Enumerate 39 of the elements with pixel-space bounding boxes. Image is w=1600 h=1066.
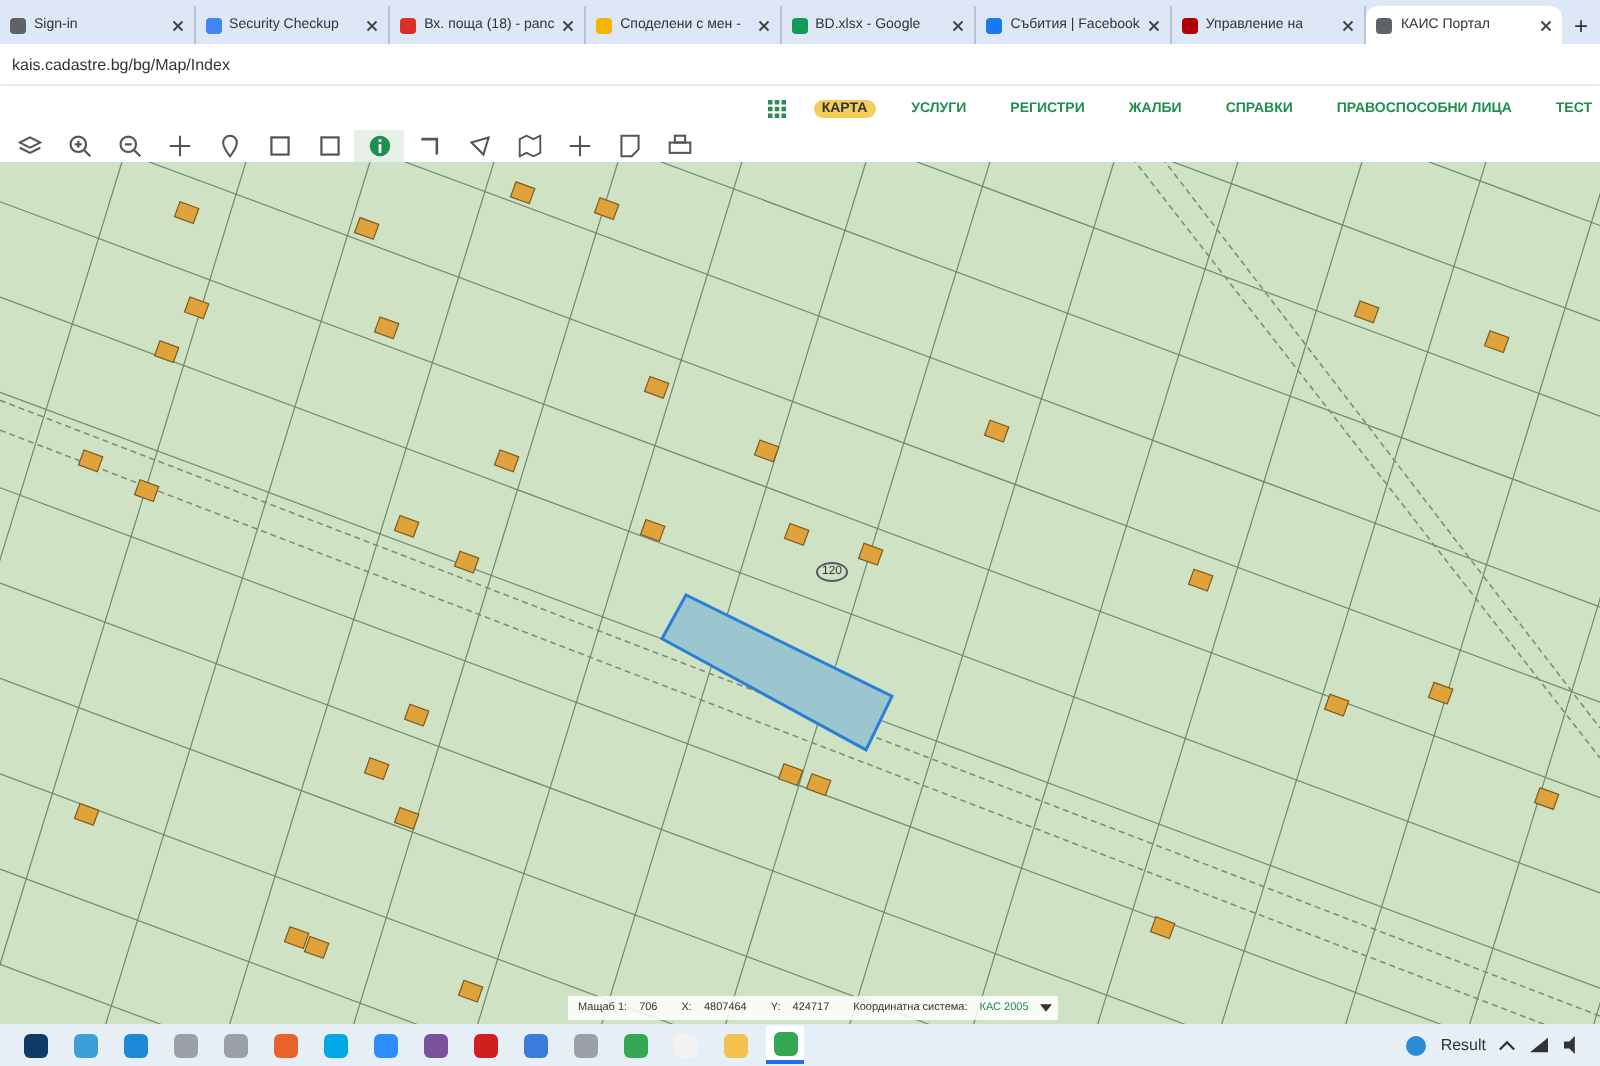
- square-icon: [267, 134, 291, 158]
- close-icon[interactable]: [1540, 19, 1552, 31]
- close-icon[interactable]: [952, 19, 965, 31]
- tray-label: Result: [1440, 1036, 1486, 1054]
- square-icon: [317, 134, 341, 158]
- close-icon[interactable]: [366, 19, 379, 31]
- site-icon: [596, 17, 613, 33]
- close-icon[interactable]: [562, 19, 575, 31]
- new-tab-button[interactable]: +: [1562, 6, 1600, 44]
- site-icon: [400, 17, 417, 33]
- site-icon: [791, 17, 808, 33]
- close-icon[interactable]: [757, 19, 770, 31]
- map-icon: [517, 134, 541, 158]
- move-icon: [167, 134, 191, 158]
- address-field[interactable]: kais.cadastre.bg/bg/Map/Index: [12, 55, 230, 73]
- zoom-out-icon: [117, 134, 141, 158]
- close-icon[interactable]: [1147, 19, 1160, 31]
- site-icon: [10, 17, 26, 33]
- printer-icon: [667, 134, 691, 158]
- plus-icon: [567, 134, 591, 158]
- pin-icon: [217, 134, 241, 158]
- zoom-in-icon: [67, 134, 91, 158]
- note-icon: [617, 134, 641, 158]
- site-icon: [205, 17, 222, 33]
- chevron-up-icon[interactable]: [1498, 1039, 1516, 1051]
- globe-icon[interactable]: [1404, 1033, 1429, 1057]
- layers-icon: [17, 134, 41, 158]
- site-icon: [1181, 17, 1198, 33]
- site-icon: [986, 17, 1003, 33]
- close-icon[interactable]: [171, 19, 184, 31]
- info-icon: [367, 134, 391, 158]
- corner-icon: [417, 134, 441, 158]
- caret-icon: [1040, 1004, 1053, 1012]
- apps-grid-icon[interactable]: [767, 99, 786, 117]
- network-icon[interactable]: [1528, 1036, 1550, 1054]
- site-icon: [1376, 17, 1393, 33]
- info-tool-button[interactable]: [354, 130, 404, 162]
- triangle-icon: [467, 134, 491, 158]
- close-icon[interactable]: [1342, 19, 1355, 31]
